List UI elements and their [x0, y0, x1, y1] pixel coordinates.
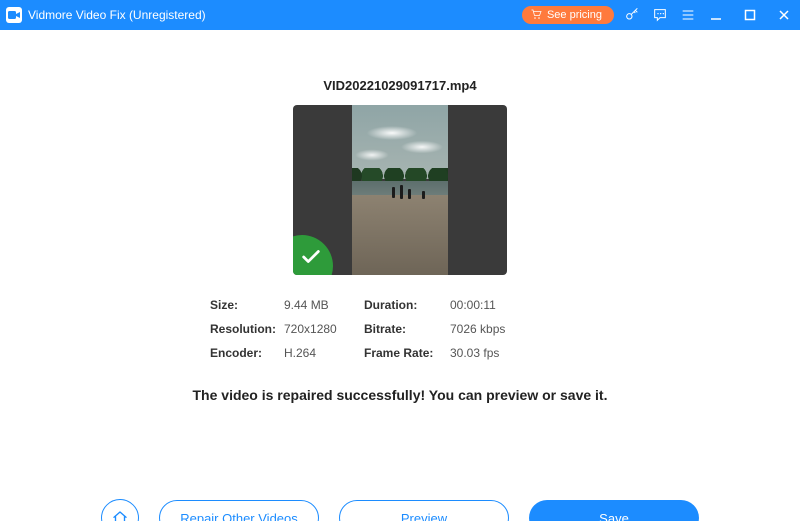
- meta-label: Encoder:: [210, 346, 284, 360]
- video-thumbnail: [293, 105, 507, 275]
- meta-row-resolution: Resolution: 720x1280 Bitrate: 7026 kbps: [210, 317, 590, 341]
- window-controls: [708, 7, 792, 23]
- action-bar: Repair Other Videos Preview Save: [0, 499, 800, 521]
- titlebar: Vidmore Video Fix (Unregistered) See pri…: [0, 0, 800, 30]
- meta-label: Frame Rate:: [364, 346, 450, 360]
- button-label: Repair Other Videos: [180, 511, 298, 521]
- preview-button[interactable]: Preview: [339, 500, 509, 521]
- meta-value: 7026 kbps: [450, 322, 590, 336]
- home-button[interactable]: [101, 499, 139, 521]
- key-icon[interactable]: [624, 7, 640, 23]
- success-message: The video is repaired successfully! You …: [0, 387, 800, 403]
- file-name: VID20221029091717.mp4: [0, 78, 800, 93]
- see-pricing-label: See pricing: [547, 9, 602, 21]
- titlebar-left: Vidmore Video Fix (Unregistered): [6, 7, 206, 23]
- home-icon: [111, 509, 129, 521]
- meta-label: Duration:: [364, 298, 450, 312]
- cart-icon: [530, 8, 542, 23]
- titlebar-tools: [624, 7, 696, 23]
- content-area: VID20221029091717.mp4 Size: 9.44 MB Dura…: [0, 78, 800, 521]
- save-button[interactable]: Save: [529, 500, 699, 521]
- meta-row-size: Size: 9.44 MB Duration: 00:00:11: [210, 293, 590, 317]
- meta-value: 30.03 fps: [450, 346, 590, 360]
- maximize-icon[interactable]: [742, 7, 758, 23]
- close-icon[interactable]: [776, 7, 792, 23]
- meta-label: Size:: [210, 298, 284, 312]
- meta-value: 9.44 MB: [284, 298, 364, 312]
- meta-row-encoder: Encoder: H.264 Frame Rate: 30.03 fps: [210, 341, 590, 365]
- repair-other-videos-button[interactable]: Repair Other Videos: [159, 500, 319, 521]
- success-check-icon: [293, 235, 333, 275]
- meta-label: Bitrate:: [364, 322, 450, 336]
- see-pricing-button[interactable]: See pricing: [522, 6, 614, 24]
- feedback-icon[interactable]: [652, 7, 668, 23]
- meta-label: Resolution:: [210, 322, 284, 336]
- button-label: Save: [599, 511, 629, 521]
- meta-value: 720x1280: [284, 322, 364, 336]
- video-metadata: Size: 9.44 MB Duration: 00:00:11 Resolut…: [210, 293, 590, 365]
- minimize-icon[interactable]: [708, 7, 724, 23]
- app-logo-icon: [6, 7, 22, 23]
- meta-value: H.264: [284, 346, 364, 360]
- button-label: Preview: [401, 511, 447, 521]
- app-title: Vidmore Video Fix (Unregistered): [28, 8, 206, 22]
- meta-value: 00:00:11: [450, 298, 590, 312]
- menu-icon[interactable]: [680, 7, 696, 23]
